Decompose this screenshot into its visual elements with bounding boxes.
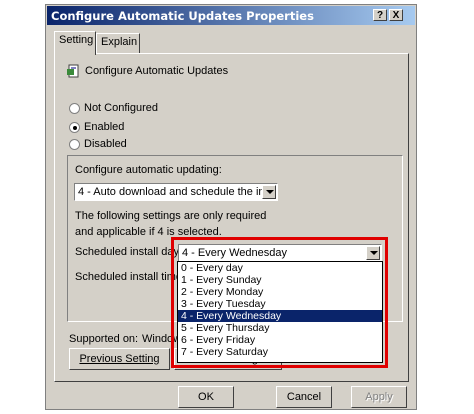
apply-button[interactable]: Apply [351,386,407,408]
previous-setting-button[interactable]: Previous Setting [69,348,170,370]
window-title: Configure Automatic Updates Properties [51,9,314,23]
radio-disabled[interactable]: Disabled [69,138,127,150]
tab-explain[interactable]: Explain [96,33,140,53]
radio-not-configured[interactable]: Not Configured [69,102,158,114]
title-bar[interactable]: Configure Automatic Updates Properties ?… [47,6,415,25]
cancel-button[interactable]: Cancel [276,386,332,408]
chevron-down-icon[interactable] [262,185,276,199]
tab-setting[interactable]: Setting [54,31,96,55]
previous-setting-label: Previous Setting [79,353,160,365]
info-line-1: The following settings are only required [75,210,267,222]
install-time-label: Scheduled install time: [75,271,186,283]
help-button[interactable]: ? [373,9,387,21]
radio-label: Enabled [84,121,125,133]
radio-indicator[interactable] [69,138,80,150]
configure-combo[interactable]: 4 - Auto download and schedule the insta [74,183,278,201]
radio-enabled[interactable]: Enabled [69,121,124,133]
configure-combo-value: 4 - Auto download and schedule the insta [78,186,263,198]
install-day-label: Scheduled install day: [75,246,183,258]
ok-button[interactable]: OK [178,386,234,408]
radio-indicator[interactable] [69,102,80,114]
policy-name: Configure Automatic Updates [85,65,229,77]
radio-label: Disabled [84,138,127,150]
highlight-annotation [171,237,388,368]
configure-label: Configure automatic updating: [75,164,222,176]
policy-icon [67,64,81,78]
policy-header: Configure Automatic Updates [67,64,228,78]
supported-on-label: Supported on: [69,333,139,345]
close-button[interactable]: X [389,9,403,21]
radio-label: Not Configured [84,102,158,114]
radio-indicator[interactable] [69,121,80,133]
